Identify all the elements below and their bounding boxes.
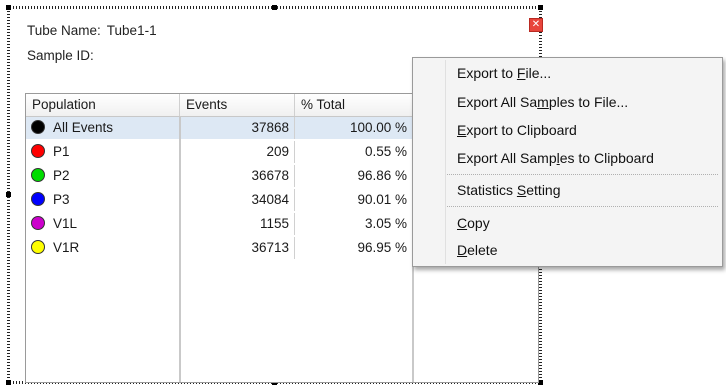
column-header-pct-total[interactable]: % Total	[295, 94, 413, 116]
population-name: P1	[53, 144, 70, 159]
menu-item-export-to-clipboard[interactable]: Export to Clipboard	[457, 122, 577, 138]
pct-total-cell: 96.95 %	[295, 237, 413, 259]
population-cell: P3	[26, 189, 180, 211]
population-color-icon	[31, 192, 45, 206]
population-name: All Events	[53, 120, 114, 135]
events-cell: 36678	[180, 165, 295, 187]
menu-item-statistics-setting[interactable]: Statistics Setting	[457, 182, 561, 198]
events-cell: 36713	[180, 237, 295, 259]
column-separator	[179, 116, 181, 382]
population-cell: P2	[26, 165, 180, 187]
resize-handle-left[interactable]	[6, 192, 11, 197]
pct-total-cell: 100.00 %	[295, 117, 413, 139]
population-color-icon	[31, 240, 45, 254]
column-header-population[interactable]: Population	[26, 94, 180, 116]
tube-name-label: Tube Name:	[27, 23, 101, 38]
context-menu: Export to File... Export All Samples to …	[412, 57, 723, 267]
events-cell: 1155	[180, 213, 295, 235]
menu-icon-gutter	[445, 60, 446, 264]
menu-separator	[447, 206, 718, 207]
menu-item-export-all-samples-to-clipboard[interactable]: Export All Samples to Clipboard	[457, 150, 654, 166]
population-color-icon	[31, 168, 45, 182]
population-name: P3	[53, 192, 70, 207]
resize-handle-bottom-left[interactable]	[6, 380, 11, 385]
population-name: V1R	[53, 240, 80, 255]
column-header-events[interactable]: Events	[180, 94, 295, 116]
sample-id-line: Sample ID:	[27, 48, 100, 63]
pct-total-cell: 0.55 %	[295, 141, 413, 163]
menu-item-delete[interactable]: Delete	[457, 242, 497, 258]
events-cell: 209	[180, 141, 295, 163]
population-cell: V1R	[26, 237, 180, 259]
pct-total-cell: 3.05 %	[295, 213, 413, 235]
resize-handle-top[interactable]	[272, 5, 277, 10]
population-color-icon	[31, 216, 45, 230]
close-icon[interactable]: ✕	[529, 18, 543, 32]
population-cell: V1L	[26, 213, 180, 235]
pct-total-cell: 96.86 %	[295, 165, 413, 187]
menu-separator	[447, 174, 718, 175]
menu-item-export-to-file[interactable]: Export to File...	[457, 65, 551, 81]
pct-total-cell: 90.01 %	[295, 189, 413, 211]
population-cell: All Events	[26, 117, 180, 139]
tube-name-value: Tube1-1	[106, 23, 157, 38]
population-color-icon	[31, 144, 45, 158]
resize-handle-top-right[interactable]	[538, 5, 543, 10]
resize-handle-top-left[interactable]	[6, 5, 11, 10]
menu-item-export-all-samples-to-file[interactable]: Export All Samples to File...	[457, 94, 628, 110]
population-color-icon	[31, 120, 45, 134]
population-name: V1L	[53, 216, 78, 231]
menu-item-copy[interactable]: Copy	[457, 215, 490, 231]
sample-id-label: Sample ID:	[27, 48, 94, 63]
events-cell: 34084	[180, 189, 295, 211]
tube-name-line: Tube Name: Tube1-1	[27, 23, 157, 38]
population-cell: P1	[26, 141, 180, 163]
population-name: P2	[53, 168, 70, 183]
events-cell: 37868	[180, 117, 295, 139]
